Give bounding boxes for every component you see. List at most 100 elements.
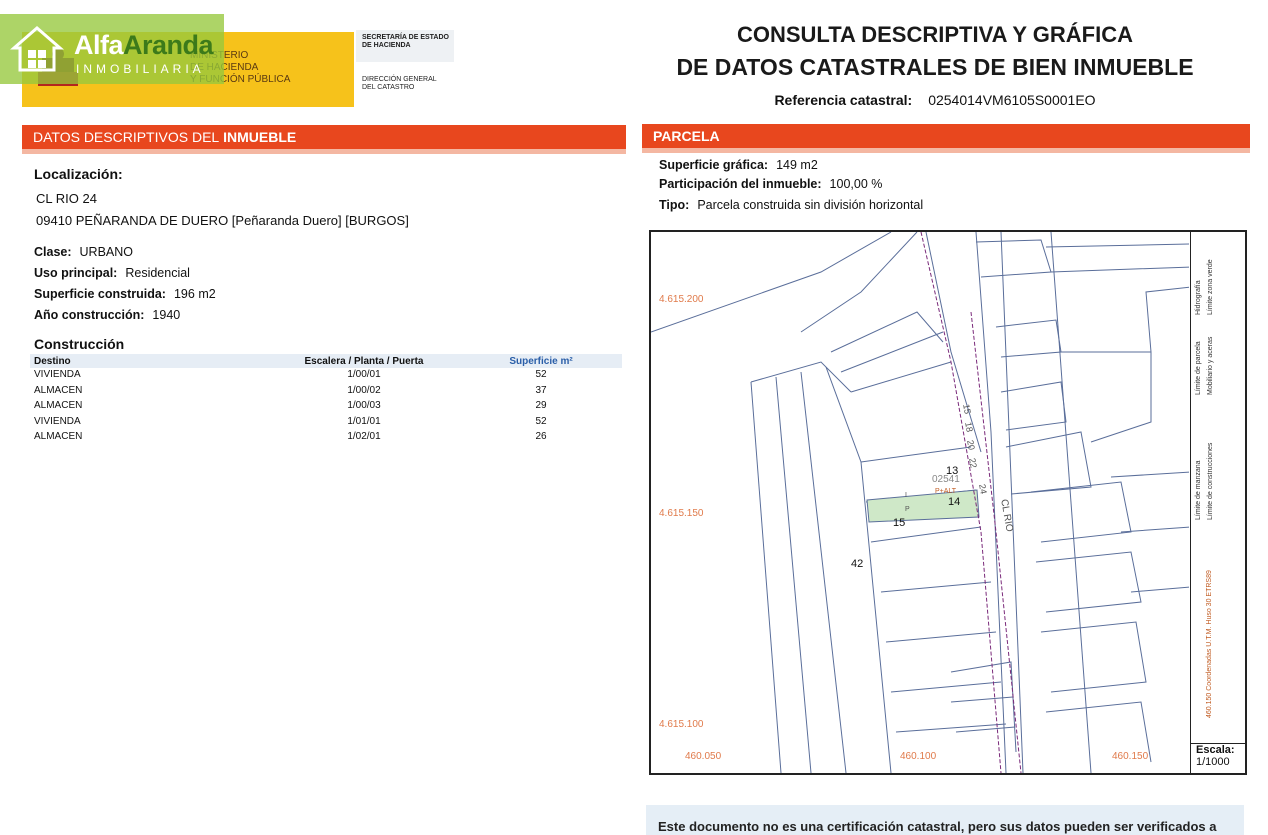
col-superficie: Superficie m²	[509, 355, 573, 367]
table-row: VIVIENDA 1/01/01 52	[34, 414, 620, 430]
legend-item: Hidrografía	[1195, 280, 1202, 315]
reference-catastral: Referencia catastral: 0254014VM6105S0001E…	[700, 92, 1170, 108]
cell-escalera: 1/00/02	[347, 384, 381, 396]
location-label: Localización:	[34, 166, 123, 182]
construction-table: Destino Escalera / Planta / Puerta Super…	[34, 355, 620, 445]
cell-superficie: 52	[535, 415, 547, 427]
tipo-label: Tipo:	[659, 198, 690, 212]
anio-value: 1940	[152, 308, 181, 322]
participacion-label: Participación del inmueble:	[659, 177, 822, 191]
legend-item: Límite zona verde	[1207, 259, 1214, 315]
agency-line: DE HACIENDA	[362, 42, 411, 49]
document-title-line1: CONSULTA DESCRIPTIVA Y GRÁFICA	[736, 22, 1134, 47]
cell-escalera: 1/00/03	[347, 400, 381, 412]
sup-grafica-row: Superficie gráfica: 149 m2	[659, 158, 818, 172]
map-drawing	[651, 232, 1189, 773]
y-coord-label: 4.615.100	[659, 719, 704, 730]
section-underline	[22, 149, 626, 154]
sup-grafica-value: 149 m2	[776, 158, 818, 172]
street-number: 24	[977, 483, 989, 495]
participacion-value: 100,00 %	[829, 177, 883, 191]
y-coord-label: 4.615.150	[659, 508, 704, 519]
address-line2: 09410 PEÑARANDA DE DUERO [Peñaranda Duer…	[36, 213, 409, 228]
cell-destino: VIVIENDA	[34, 415, 81, 427]
parcel-label: I	[905, 492, 907, 499]
coordinate-note: 460.150 Coordenadas U.T.M. Huso 30 ETRS8…	[1206, 570, 1213, 718]
anio-row: Año construcción: 1940	[34, 308, 180, 322]
plot-number: 15	[893, 517, 906, 529]
y-coord-label: 4.615.200	[659, 294, 704, 305]
uso-value: Residencial	[125, 266, 190, 280]
legend-item: Límite de construcciones	[1207, 442, 1214, 520]
document-title-line2: DE DATOS CATASTRALES DE BIEN INMUEBLE	[676, 54, 1194, 80]
agency-bottom: DIRECCIÓN GENERAL DEL CATASTRO	[362, 76, 462, 92]
section-header-parcela: PARCELA	[642, 124, 1250, 148]
scale-value: 1/1000	[1196, 756, 1230, 768]
table-header-row: Destino Escalera / Planta / Puerta Super…	[34, 355, 620, 367]
map-scale: Escala: 1/1000	[1190, 743, 1246, 774]
parcel-label: P+ALT	[935, 488, 957, 495]
plot-number: 14	[948, 496, 961, 508]
cell-superficie: 29	[535, 400, 547, 412]
reference-label: Referencia catastral:	[774, 92, 913, 108]
agency-top: SECRETARÍA DE ESTADO DE HACIENDA	[362, 34, 462, 50]
section-header-descriptive: DATOS DESCRIPTIVOS DEL INMUEBLE	[22, 125, 626, 149]
x-coord-label: 460.150	[1112, 751, 1149, 762]
reference-value: 0254014VM6105S0001EO	[928, 92, 1096, 108]
sup-grafica-label: Superficie gráfica:	[659, 158, 769, 172]
cell-escalera: 1/01/01	[347, 415, 381, 427]
watermark-brand: AlfaAranda	[74, 30, 214, 61]
construccion-label: Construcción	[34, 336, 125, 352]
cell-destino: ALMACEN	[34, 400, 83, 412]
cell-destino: ALMACEN	[34, 384, 83, 396]
superficie-label: Superficie construida:	[34, 287, 166, 301]
section-title: DATOS DESCRIPTIVOS DEL	[33, 129, 220, 145]
cell-destino: VIVIENDA	[34, 369, 81, 381]
col-destino: Destino	[34, 355, 71, 367]
legend-item: Mobiliario y aceras	[1207, 336, 1214, 395]
brand-part: Aranda	[123, 30, 214, 60]
scale-label: Escala:	[1196, 744, 1235, 756]
superficie-value: 196 m2	[173, 287, 216, 301]
house-icon	[10, 26, 64, 72]
section-underline	[642, 148, 1250, 153]
uso-row: Uso principal: Residencial	[34, 266, 190, 280]
cell-superficie: 37	[535, 384, 547, 396]
plot-number: 42	[851, 558, 864, 570]
section-title-bold: INMUEBLE	[223, 129, 297, 145]
table-row: VIVIENDA 1/00/01 52	[34, 367, 620, 383]
footer-note: Este documento no es una certificación c…	[646, 805, 1244, 835]
street-number: 22	[967, 457, 979, 469]
table-row: ALMACEN 1/00/03 29	[34, 398, 620, 414]
col-escalera: Escalera / Planta / Puerta	[304, 355, 424, 367]
cell-superficie: 52	[535, 369, 547, 381]
address-line1: CL RIO 24	[36, 191, 97, 206]
cell-escalera: 1/02/01	[347, 431, 381, 443]
anio-label: Año construcción:	[34, 308, 145, 322]
cell-superficie: 26	[535, 431, 547, 443]
watermark-sub: INMOBILIARIA	[76, 62, 205, 76]
street-number: 15	[961, 403, 973, 415]
table-row: ALMACEN 1/00/02 37	[34, 383, 620, 399]
participacion-row: Participación del inmueble: 100,00 %	[659, 177, 882, 191]
street-number: 18	[963, 421, 975, 433]
tipo-row: Tipo: Parcela construida sin división hor…	[659, 198, 923, 212]
agency-line: SECRETARÍA DE ESTADO	[362, 34, 449, 41]
table-row: ALMACEN 1/02/01 26	[34, 429, 620, 445]
plot-number: 13	[946, 465, 959, 477]
parcel-label: P	[905, 506, 910, 513]
legend-item: Límite de manzana	[1195, 460, 1202, 520]
cell-escalera: 1/00/01	[347, 369, 381, 381]
brand-part: Alfa	[74, 30, 124, 60]
agency-line: DEL CATASTRO	[362, 84, 415, 91]
x-coord-label: 460.050	[685, 751, 722, 762]
clase-label: Clase:	[34, 245, 72, 259]
legend-item: Límite de parcela	[1195, 341, 1202, 395]
street-number: 20	[965, 439, 977, 451]
clase-row: Clase: URBANO	[34, 245, 133, 259]
agency-line: DIRECCIÓN GENERAL	[362, 76, 437, 83]
superficie-row: Superficie construida: 196 m2	[34, 287, 216, 301]
tipo-value: Parcela construida sin división horizont…	[697, 198, 924, 212]
clase-value: URBANO	[79, 245, 134, 259]
x-coord-label: 460.100	[900, 751, 937, 762]
